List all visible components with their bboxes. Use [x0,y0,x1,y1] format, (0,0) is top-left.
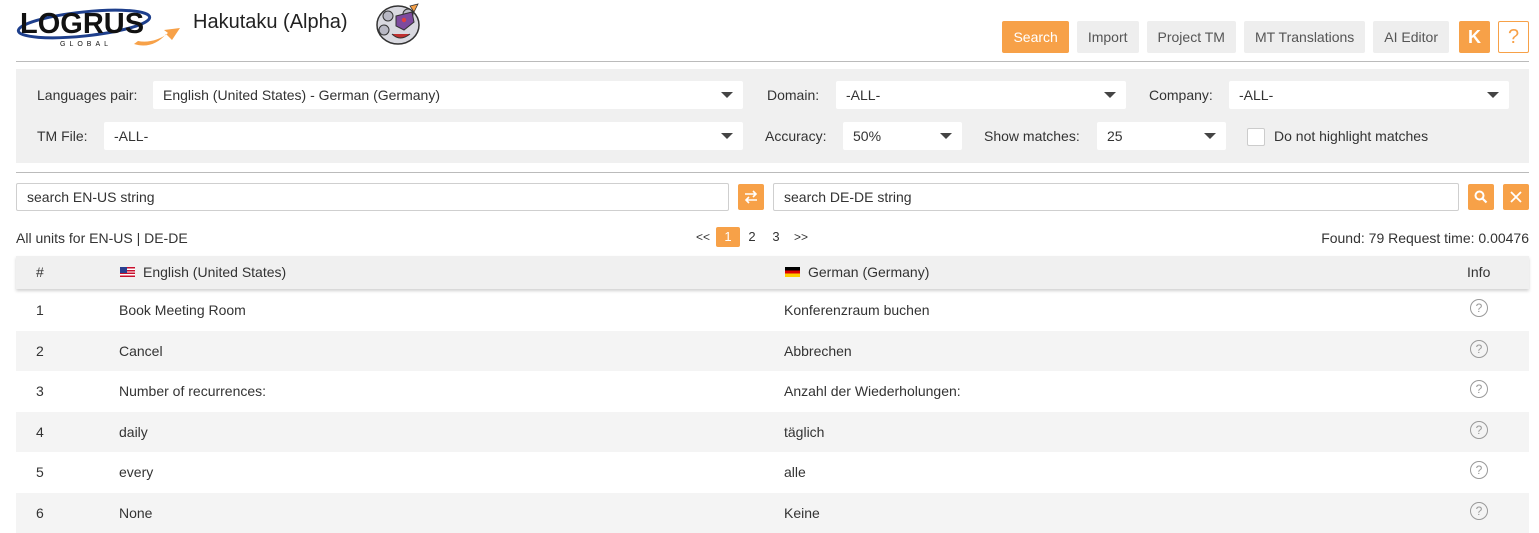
search-button[interactable] [1468,184,1494,210]
table-row[interactable]: 6 None Keine ? [16,492,1529,533]
tm-file-label: TM File: [37,128,88,144]
page-link-3[interactable]: 3 [764,227,788,247]
company-select[interactable]: -ALL- [1229,81,1509,109]
accuracy-label: Accuracy: [765,128,827,144]
source-text: every [119,464,154,480]
close-icon [1510,191,1522,203]
target-text: täglich [784,423,825,440]
clear-search-button[interactable] [1503,184,1529,210]
target-text: alle [784,464,806,480]
page-link-1[interactable]: 1 [716,227,740,247]
table-row[interactable]: 4 daily täglich ? [16,411,1529,452]
user-avatar-button[interactable]: K [1459,21,1490,53]
app-header: LOGRUS GLOBAL Hakutaku (Alpha) Search Im… [0,0,1539,62]
domain-select[interactable]: -ALL- [836,81,1126,109]
table-row[interactable]: 3 Number of recurrences: Anzahl der Wied… [16,371,1529,412]
us-flag-icon [120,267,135,278]
target-text: Konferenzraum buchen [784,302,930,318]
target-text: Keine [784,504,820,521]
nav-import-button[interactable]: Import [1076,21,1139,53]
row-number: 3 [36,383,44,399]
table-row[interactable]: 2 Cancel Abbrechen ? [16,330,1529,371]
show-matches-select[interactable]: 25 [1097,122,1226,150]
chevron-down-icon [1487,92,1499,98]
table-header: # English (United States) German (German… [16,256,1529,289]
column-header-target[interactable]: German (Germany) [785,256,929,289]
column-header-source[interactable]: English (United States) [120,256,286,289]
source-text: Cancel [119,342,163,359]
filter-panel: Languages pair: English (United States) … [16,69,1529,163]
main-nav: Search Import Project TM MT Translations… [1002,21,1529,53]
target-search-input[interactable]: search DE-DE string [773,183,1459,211]
page-link-2[interactable]: 2 [740,227,764,247]
info-icon[interactable]: ? [1470,339,1488,358]
row-number: 6 [36,504,44,521]
next-page-link[interactable]: >> [788,227,814,247]
row-number: 4 [36,423,44,440]
info-icon[interactable]: ? [1470,501,1488,520]
nav-mt-translations-button[interactable]: MT Translations [1243,21,1366,53]
domain-label: Domain: [767,87,820,103]
nav-project-tm-button[interactable]: Project TM [1146,21,1236,53]
column-header-target-label: German (Germany) [808,264,930,280]
source-text: daily [119,423,148,440]
pagination: << 1 2 3 >> [690,227,814,247]
domain-value: -ALL- [846,87,881,103]
languages-pair-value: English (United States) - German (German… [163,87,440,103]
show-matches-label: Show matches: [984,128,1080,144]
source-text: None [119,504,153,521]
show-matches-value: 25 [1107,128,1123,144]
chevron-down-icon [1104,92,1116,98]
info-icon[interactable]: ? [1470,461,1488,479]
hakutaku-mascot-icon [374,2,424,46]
source-text: Book Meeting Room [119,302,246,318]
chevron-down-icon [1204,133,1216,139]
swap-languages-button[interactable] [738,184,764,210]
source-search-input[interactable]: search EN-US string [16,183,729,211]
table-row[interactable]: 1 Book Meeting Room Konferenzraum buchen… [16,290,1529,331]
tm-file-select[interactable]: -ALL- [104,122,743,150]
swap-icon [744,190,758,204]
column-header-number: # [36,264,44,280]
tm-file-value: -ALL- [114,128,149,144]
row-number: 1 [36,302,44,318]
logo-text: LOGRUS [20,8,144,40]
company-label: Company: [1149,87,1213,103]
source-text: Number of recurrences: [119,383,267,399]
results-table-body: 1 Book Meeting Room Konferenzraum buchen… [16,290,1529,533]
info-icon[interactable]: ? [1470,420,1488,439]
chevron-down-icon [940,133,952,139]
target-text: Anzahl der Wiederholungen: [784,383,961,399]
target-text: Abbrechen [784,342,852,359]
chevron-down-icon [721,133,733,139]
nav-search-button[interactable]: Search [1002,21,1069,53]
prev-page-link[interactable]: << [690,227,716,247]
accuracy-value: 50% [853,128,882,144]
nav-ai-editor-button[interactable]: AI Editor [1373,21,1449,53]
accuracy-select[interactable]: 50% [843,122,962,150]
logrus-logo[interactable]: LOGRUS GLOBAL [14,6,184,50]
info-icon[interactable]: ? [1470,299,1488,317]
header-divider [16,61,1529,62]
logo-subtext: GLOBAL [60,41,112,48]
row-number: 5 [36,464,44,480]
app-title: Hakutaku (Alpha) [193,11,348,33]
de-flag-icon [785,267,800,278]
row-number: 2 [36,342,44,359]
highlight-label: Do not highlight matches [1274,128,1429,144]
column-header-info: Info [1467,264,1491,280]
chevron-down-icon [721,92,733,98]
help-button[interactable]: ? [1498,21,1529,53]
languages-pair-label: Languages pair: [37,87,138,103]
table-row[interactable]: 5 every alle ? [16,452,1529,493]
found-count: Found: 79 Request time: 0.00476 [1321,230,1529,246]
info-icon[interactable]: ? [1470,380,1488,398]
languages-pair-select[interactable]: English (United States) - German (German… [153,81,743,109]
filter-divider [16,172,1529,173]
company-value: -ALL- [1239,87,1274,103]
highlight-checkbox[interactable] [1247,128,1265,146]
column-header-source-label: English (United States) [143,264,287,280]
search-icon [1474,190,1488,204]
units-summary: All units for EN-US | DE-DE [16,230,188,246]
